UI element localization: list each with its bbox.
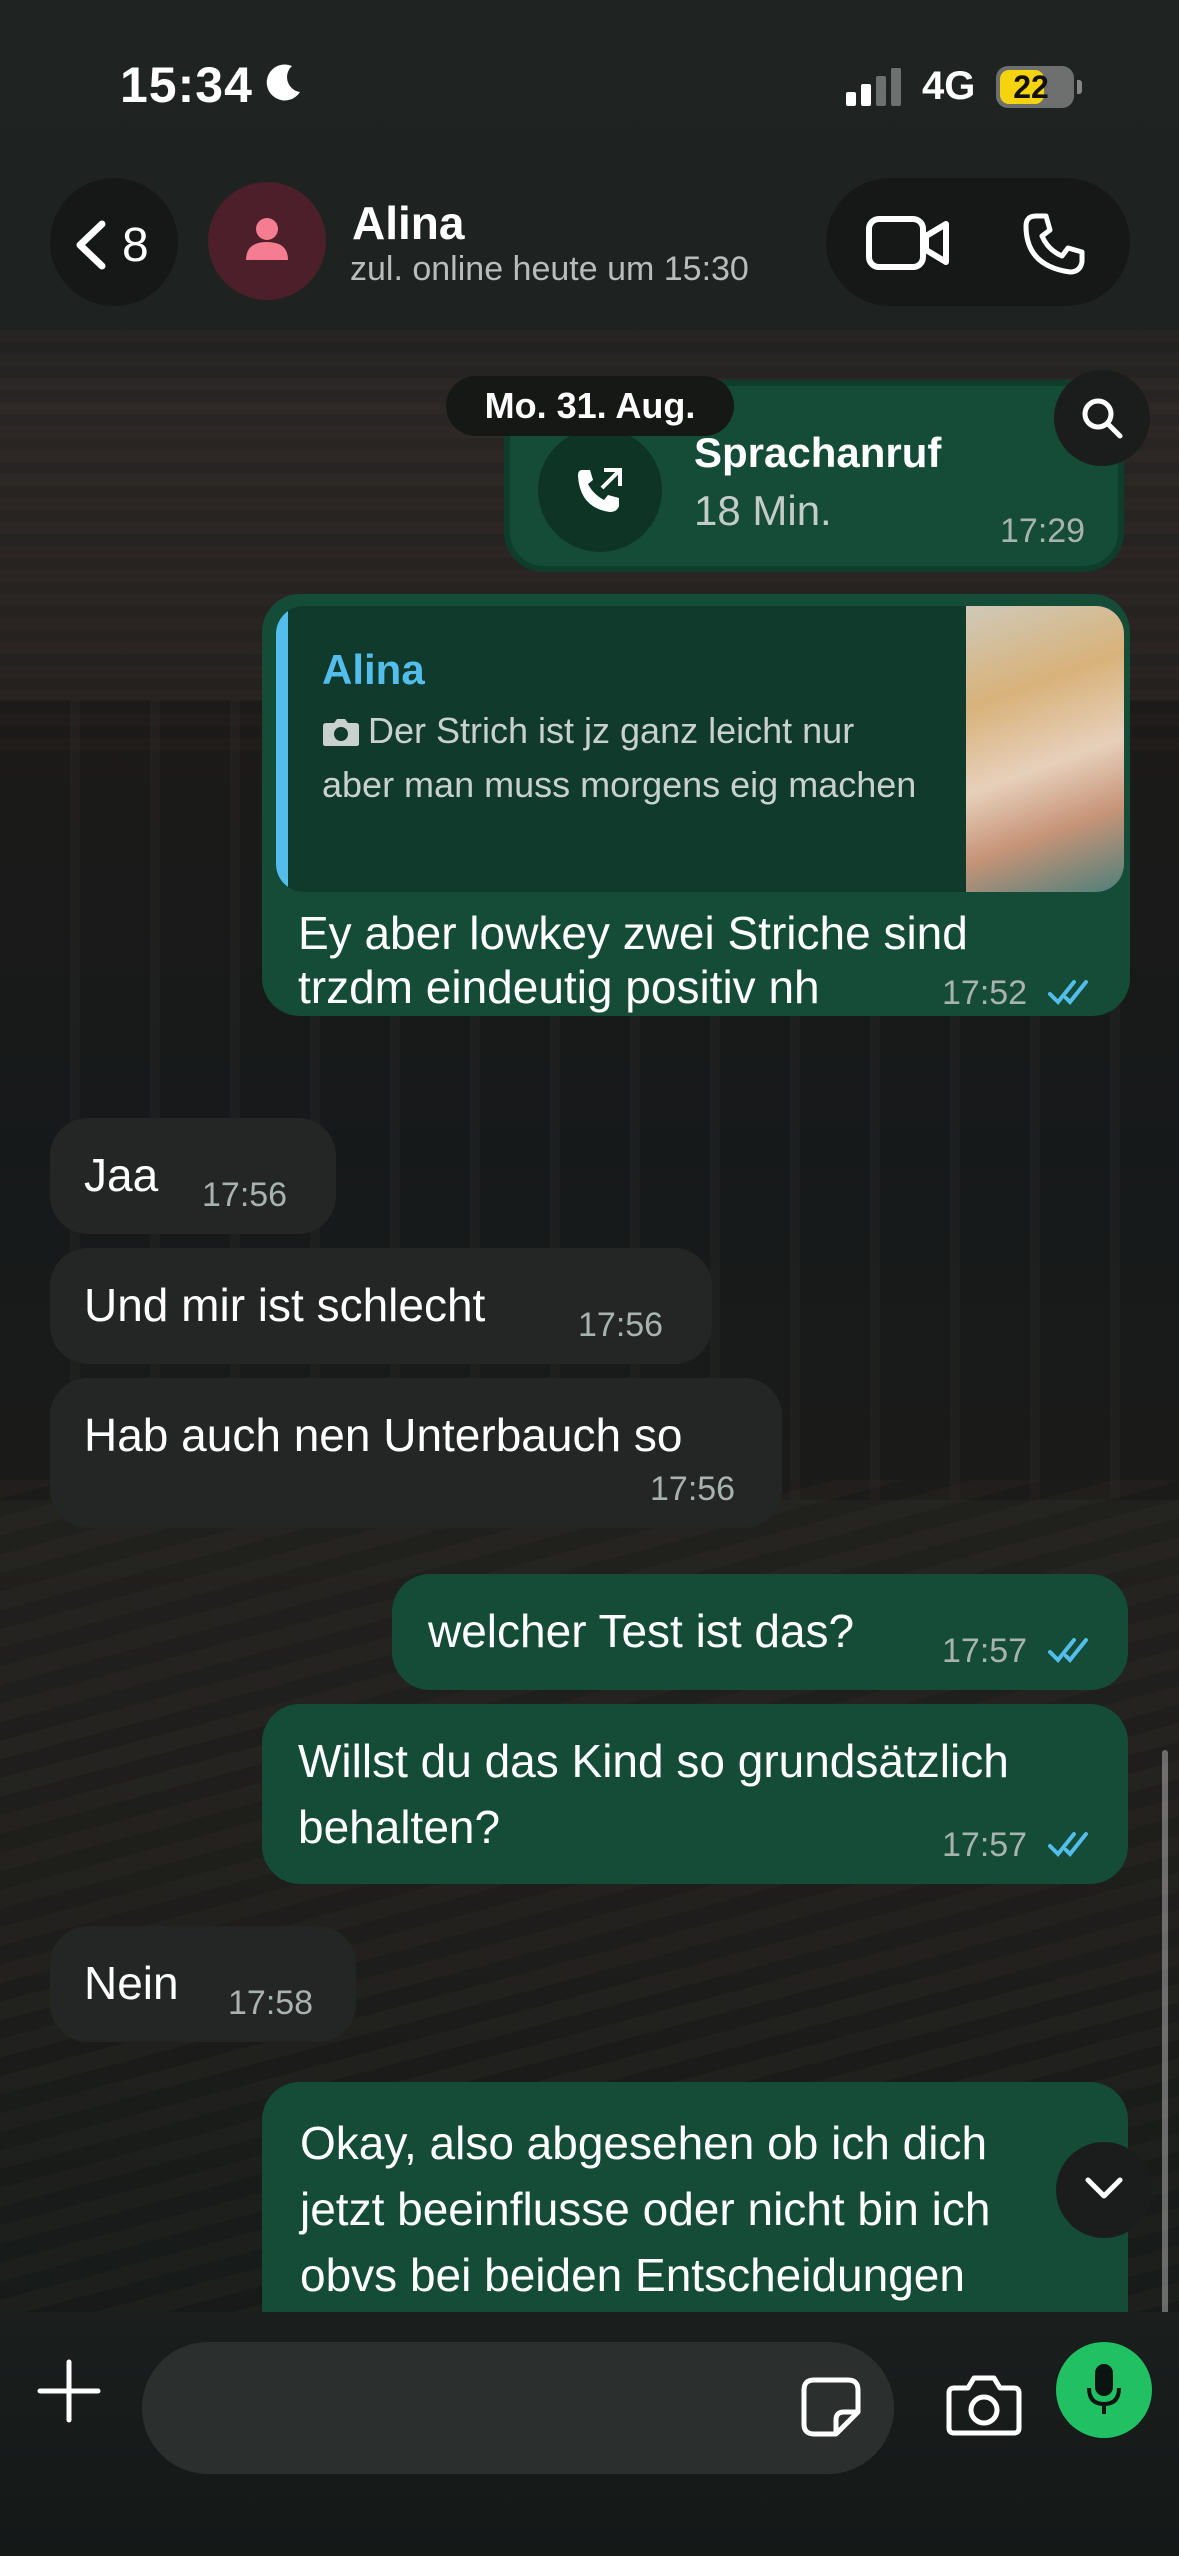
message-input[interactable] — [142, 2342, 894, 2474]
message-text: welcher Test ist das? — [428, 1605, 855, 1657]
scroll-to-bottom-button[interactable] — [1056, 2142, 1152, 2238]
message-text: jetzt beeinflusse oder nicht bin ich — [300, 2183, 991, 2235]
incoming-message-bubble[interactable]: Hab auch nen Unterbauch so 17:56 — [50, 1378, 782, 1528]
scrollbar[interactable] — [1162, 1750, 1168, 2312]
phone-icon[interactable] — [1022, 212, 1086, 276]
quote-author: Alina — [322, 646, 425, 693]
message-list[interactable]: Sprachanruf 18 Min. 17:29 Mo. 31. Aug. A… — [0, 340, 1179, 2312]
message-text: obvs bei beiden Entscheidungen — [300, 2249, 965, 2301]
status-bar: 15:34 4G 22 — [0, 0, 1179, 170]
plus-icon[interactable] — [36, 2358, 102, 2424]
outgoing-call-icon — [578, 468, 622, 512]
message-time: 17:56 — [578, 1306, 664, 1344]
outgoing-message-bubble[interactable]: welcher Test ist das? 17:57 — [392, 1574, 1128, 1690]
avatar[interactable] — [208, 182, 326, 300]
contact-name[interactable]: Alina — [352, 196, 464, 250]
incoming-message-bubble[interactable]: Jaa 17:56 — [50, 1118, 336, 1234]
outgoing-message-bubble[interactable]: Willst du das Kind so grundsätzlich beha… — [262, 1704, 1128, 1884]
incoming-message-bubble[interactable]: Und mir ist schlecht 17:56 — [50, 1248, 712, 1364]
reply-message-bubble[interactable]: Alina Der Strich ist jz ganz leicht nur … — [262, 594, 1130, 1016]
call-icon-circle — [538, 428, 662, 552]
camera-icon[interactable] — [946, 2374, 1022, 2436]
message-time: 17:56 — [650, 1470, 736, 1508]
incoming-message-bubble[interactable]: Nein 17:58 — [50, 1926, 356, 2042]
message-time: 17:57 — [942, 1826, 1028, 1864]
back-button[interactable]: 8 — [50, 178, 178, 306]
voice-message-button[interactable] — [1056, 2342, 1152, 2438]
battery-indicator: 22 — [996, 66, 1082, 108]
status-time: 15:34 — [120, 57, 253, 113]
unread-count: 8 — [122, 219, 149, 272]
message-time: 17:29 — [1000, 512, 1086, 550]
read-ticks-icon — [1048, 1638, 1088, 1663]
quote-text: Der Strich ist jz ganz leicht nur aber m… — [322, 710, 917, 805]
moon-icon — [266, 64, 300, 101]
sticker-icon[interactable] — [800, 2376, 862, 2438]
quoted-photo-thumbnail — [966, 606, 1124, 892]
message-composer — [0, 2312, 1179, 2556]
video-call-icon[interactable] — [866, 216, 950, 270]
network-type: 4G — [922, 64, 976, 108]
microphone-icon — [1087, 2364, 1121, 2414]
message-text: trzdm eindeutig positiv nh — [298, 961, 820, 1013]
back-chevron-icon — [76, 220, 106, 270]
read-ticks-icon — [1048, 980, 1088, 1005]
chevron-down-icon — [1085, 2177, 1123, 2199]
message-text: Und mir ist schlecht — [84, 1279, 486, 1331]
outgoing-message-bubble[interactable]: Okay, also abgesehen ob ich dich jetzt b… — [262, 2082, 1128, 2312]
last-seen-status: zul. online heute um 15:30 — [350, 250, 749, 288]
person-icon — [246, 218, 288, 260]
search-button[interactable] — [1054, 370, 1150, 466]
battery-level: 22 — [1013, 69, 1049, 105]
call-title: Sprachanruf — [694, 429, 942, 476]
message-text: Nein — [84, 1957, 179, 2009]
message-time: 17:58 — [228, 1984, 314, 2022]
message-time: 17:57 — [942, 1632, 1028, 1670]
message-text: Willst du das Kind so grundsätzlich — [298, 1735, 1009, 1787]
search-icon — [1082, 398, 1123, 439]
message-time: 17:52 — [942, 974, 1028, 1012]
message-time: 17:56 — [202, 1176, 288, 1214]
read-ticks-icon — [1048, 1832, 1088, 1857]
camera-icon — [323, 719, 359, 746]
date-separator: Mo. 31. Aug. — [446, 376, 734, 436]
message-text: behalten? — [298, 1801, 501, 1853]
call-actions — [826, 178, 1130, 306]
quoted-message[interactable]: Alina Der Strich ist jz ganz leicht nur … — [276, 606, 1124, 892]
message-text: Jaa — [84, 1149, 159, 1201]
chat-header: 8 Alina zul. online heute um 15:30 — [0, 170, 1179, 340]
message-text: Okay, also abgesehen ob ich dich — [300, 2117, 988, 2169]
call-duration: 18 Min. — [694, 487, 832, 534]
message-text: Hab auch nen Unterbauch so — [84, 1409, 683, 1461]
signal-icon — [846, 68, 901, 106]
